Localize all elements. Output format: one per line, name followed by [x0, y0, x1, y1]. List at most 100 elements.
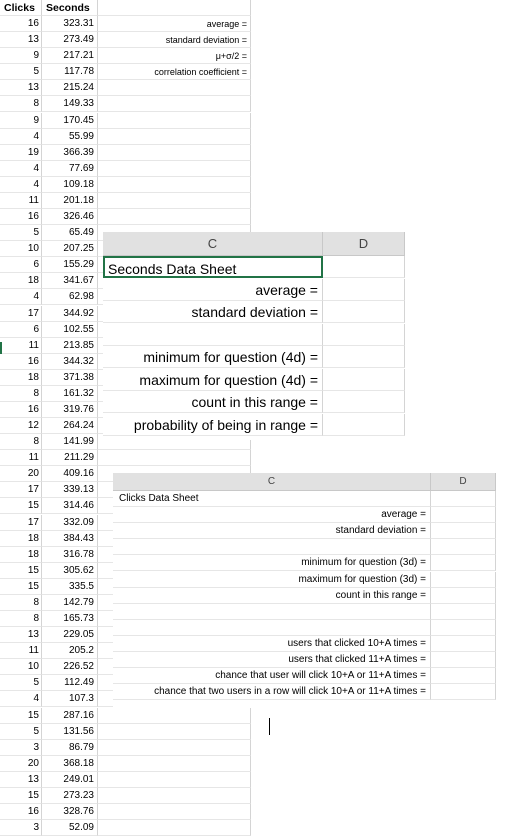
clicks-cell[interactable]: 13 — [0, 771, 42, 788]
clicks-label-cell[interactable]: maximum for question (3d) = — [113, 571, 431, 588]
seconds-cell[interactable]: 217.21 — [42, 48, 98, 65]
seconds-cell[interactable]: 86.79 — [42, 739, 98, 756]
seconds-cell[interactable]: 141.99 — [42, 434, 98, 451]
clicks-cell[interactable]: 9 — [0, 48, 42, 65]
seconds-cell[interactable]: 226.52 — [42, 659, 98, 676]
label-cell[interactable] — [98, 771, 251, 788]
clicks-label-cell[interactable]: chance that user will click 10+A or 11+A… — [113, 668, 431, 685]
clicks-cell[interactable]: 16 — [0, 16, 42, 33]
clicks-value-cell[interactable] — [431, 555, 496, 572]
empty-cell[interactable] — [98, 0, 251, 16]
seconds-cell[interactable]: 107.3 — [42, 691, 98, 708]
seconds-label-cell[interactable]: minimum for question (4d) = — [103, 346, 323, 368]
clicks-cell[interactable]: 15 — [0, 498, 42, 515]
clicks-value-cell[interactable] — [431, 635, 496, 652]
seconds-cell[interactable]: 142.79 — [42, 594, 98, 611]
label-cell[interactable] — [98, 804, 251, 820]
clicks-cell[interactable]: 8 — [0, 611, 42, 628]
label-cell[interactable]: standard deviation = — [98, 32, 251, 49]
seconds-cell[interactable]: 62.98 — [42, 289, 98, 306]
clicks-cell[interactable]: 5 — [0, 225, 42, 242]
clicks-cell[interactable]: 17 — [0, 482, 42, 499]
clicks-cell[interactable]: 13 — [0, 627, 42, 644]
clicks-cell[interactable]: 8 — [0, 434, 42, 451]
label-cell[interactable] — [98, 787, 251, 804]
clicks-cell[interactable]: 18 — [0, 369, 42, 386]
clicks-cell[interactable]: 3 — [0, 820, 42, 836]
clicks-cell[interactable]: 11 — [0, 192, 42, 209]
label-cell[interactable] — [98, 723, 251, 740]
clicks-value-cell[interactable] — [431, 684, 496, 701]
clicks-cell[interactable]: 4 — [0, 160, 42, 177]
label-cell[interactable]: μ+σ/2 = — [98, 48, 251, 65]
label-cell[interactable] — [98, 160, 251, 177]
seconds-cell[interactable]: 155.29 — [42, 257, 98, 274]
label-cell[interactable] — [98, 707, 251, 724]
label-cell[interactable] — [98, 820, 251, 836]
label-cell[interactable] — [98, 128, 251, 145]
clicks-value-cell[interactable] — [431, 668, 496, 685]
seconds-cell[interactable]: 323.31 — [42, 16, 98, 33]
clicks-cell[interactable]: 4 — [0, 289, 42, 306]
seconds-cell[interactable]: 109.18 — [42, 176, 98, 193]
seconds-cell[interactable]: 52.09 — [42, 820, 98, 836]
seconds-cell[interactable]: 366.39 — [42, 144, 98, 161]
seconds-cell[interactable]: 117.78 — [42, 64, 98, 81]
seconds-label-cell[interactable]: probability of being in range = — [103, 413, 323, 436]
seconds-cell[interactable]: 316.78 — [42, 546, 98, 563]
clicks-label-cell[interactable]: average = — [113, 507, 431, 524]
seconds-cell[interactable]: 213.85 — [42, 337, 98, 354]
clicks-value-cell[interactable] — [431, 491, 496, 507]
seconds-value-cell[interactable] — [323, 323, 405, 346]
clicks-header[interactable]: Clicks — [0, 0, 42, 16]
clicks-title-cell[interactable]: Clicks Data Sheet — [113, 491, 431, 507]
seconds-value-cell[interactable] — [323, 346, 405, 368]
seconds-cell[interactable]: 328.76 — [42, 804, 98, 820]
seconds-title-cell[interactable]: Seconds Data Sheet — [103, 256, 323, 278]
seconds-cell[interactable]: 339.13 — [42, 482, 98, 499]
clicks-value-cell[interactable] — [431, 603, 496, 620]
clicks-cell[interactable]: 5 — [0, 64, 42, 81]
clicks-label-cell[interactable]: count in this range = — [113, 587, 431, 604]
clicks-label-cell[interactable] — [113, 539, 431, 556]
seconds-cell[interactable]: 344.32 — [42, 353, 98, 370]
seconds-value-cell[interactable] — [323, 413, 405, 436]
clicks-cell[interactable]: 4 — [0, 128, 42, 145]
seconds-cell[interactable]: 112.49 — [42, 675, 98, 692]
clicks-cell[interactable]: 11 — [0, 337, 42, 354]
clicks-cell[interactable]: 8 — [0, 96, 42, 113]
seconds-label-cell[interactable]: average = — [103, 278, 323, 301]
seconds-cell[interactable]: 205.2 — [42, 643, 98, 660]
column-header-d[interactable]: D — [431, 473, 496, 491]
clicks-cell[interactable]: 10 — [0, 659, 42, 676]
label-cell[interactable] — [98, 450, 251, 467]
seconds-cell[interactable]: 264.24 — [42, 418, 98, 435]
seconds-cell[interactable]: 273.49 — [42, 32, 98, 49]
clicks-cell[interactable]: 4 — [0, 691, 42, 708]
clicks-cell[interactable]: 15 — [0, 707, 42, 724]
clicks-value-cell[interactable] — [431, 619, 496, 636]
clicks-cell[interactable]: 8 — [0, 385, 42, 402]
seconds-cell[interactable]: 215.24 — [42, 80, 98, 97]
label-cell[interactable] — [98, 755, 251, 772]
seconds-cell[interactable]: 170.45 — [42, 112, 98, 129]
clicks-value-cell[interactable] — [431, 539, 496, 556]
clicks-label-cell[interactable]: users that clicked 11+A times = — [113, 652, 431, 668]
clicks-cell[interactable]: 10 — [0, 241, 42, 258]
seconds-cell[interactable]: 131.56 — [42, 723, 98, 740]
seconds-cell[interactable]: 368.18 — [42, 755, 98, 772]
seconds-cell[interactable]: 409.16 — [42, 466, 98, 483]
clicks-cell[interactable]: 5 — [0, 675, 42, 692]
seconds-cell[interactable]: 102.55 — [42, 321, 98, 338]
clicks-cell[interactable]: 11 — [0, 643, 42, 660]
label-cell[interactable] — [98, 96, 251, 113]
clicks-cell[interactable]: 18 — [0, 530, 42, 547]
seconds-cell[interactable]: 201.18 — [42, 192, 98, 209]
label-cell[interactable] — [98, 176, 251, 193]
clicks-value-cell[interactable] — [431, 507, 496, 524]
seconds-cell[interactable]: 319.76 — [42, 402, 98, 418]
clicks-cell[interactable]: 11 — [0, 450, 42, 467]
seconds-cell[interactable]: 207.25 — [42, 241, 98, 258]
seconds-header[interactable]: Seconds — [42, 0, 98, 16]
seconds-cell[interactable]: 332.09 — [42, 514, 98, 531]
